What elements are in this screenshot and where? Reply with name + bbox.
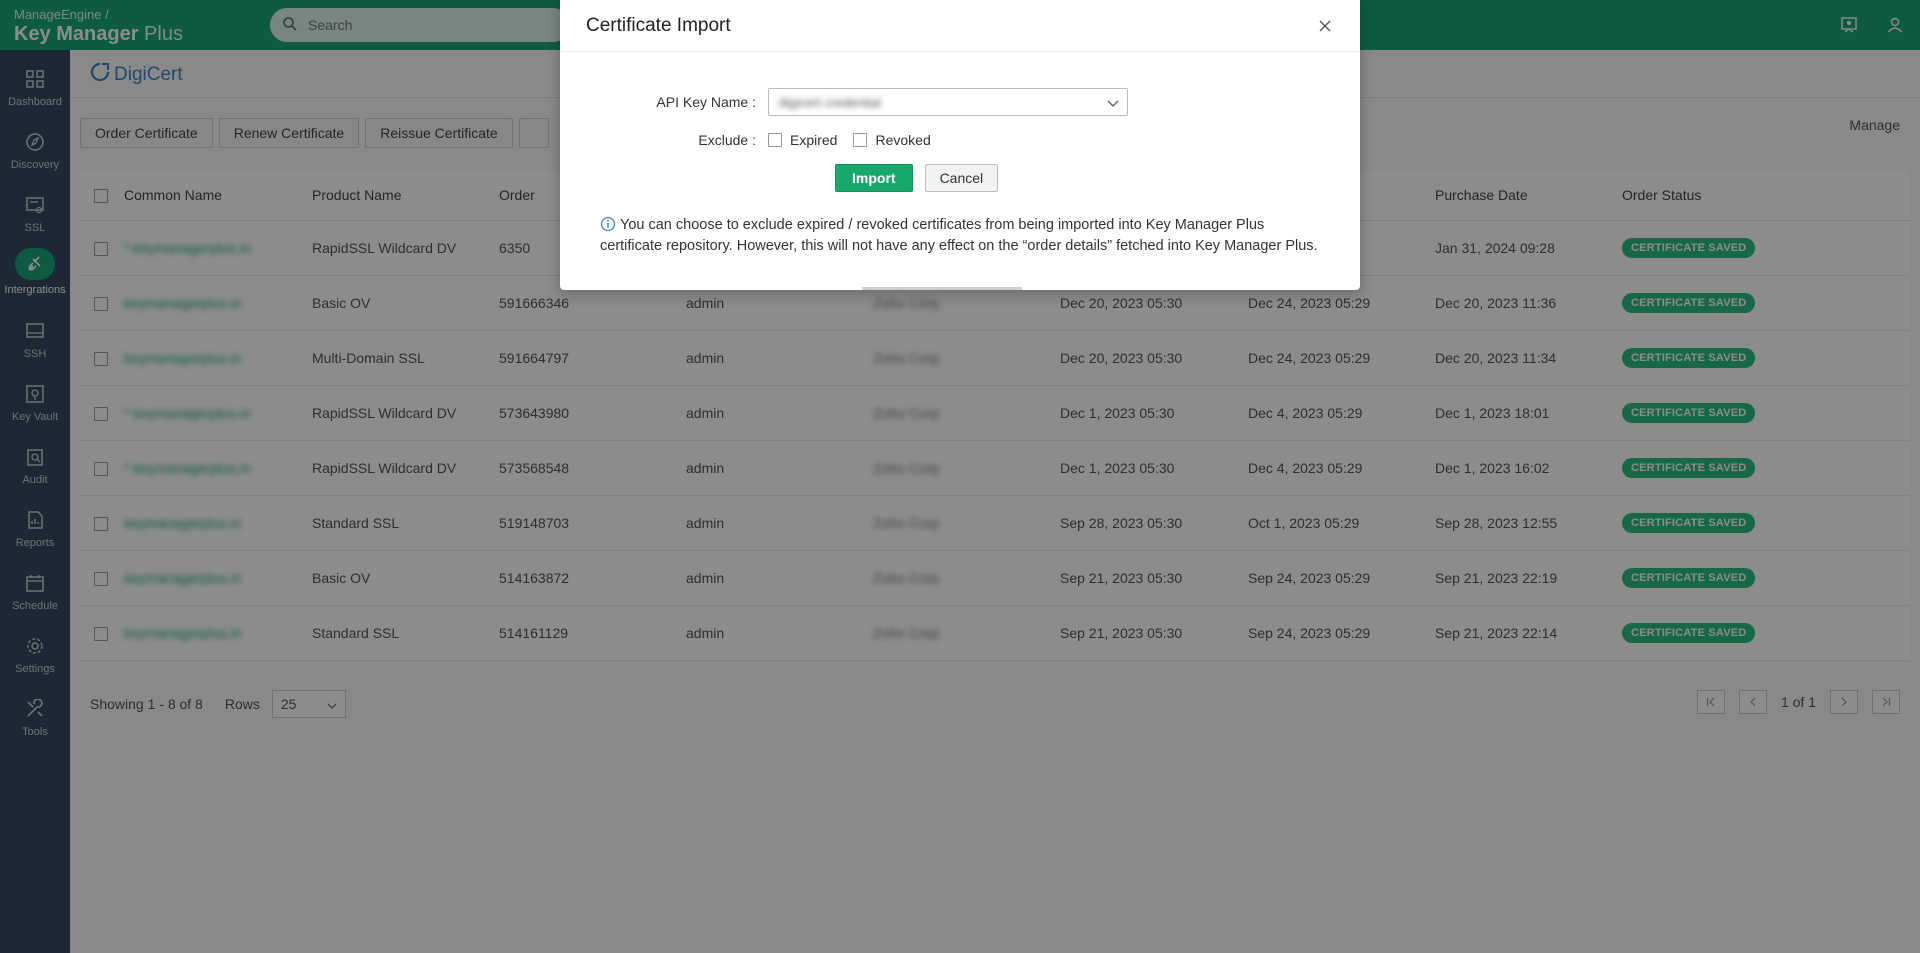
- api-key-label: API Key Name :: [656, 94, 756, 110]
- exclude-label: Exclude :: [698, 132, 756, 148]
- api-key-row: API Key Name : digicert credential: [560, 88, 1128, 116]
- api-key-select[interactable]: digicert credential: [768, 88, 1128, 116]
- exclude-row: Exclude : Expired Revoked: [560, 132, 947, 148]
- expired-checkbox[interactable]: [768, 133, 782, 147]
- dialog-title: Certificate Import: [586, 14, 731, 36]
- cancel-button[interactable]: Cancel: [924, 164, 999, 192]
- close-icon[interactable]: [1318, 19, 1332, 33]
- revoked-label[interactable]: Revoked: [875, 132, 930, 148]
- info-note-text: You can choose to exclude expired / revo…: [600, 217, 1318, 254]
- certificate-import-dialog: Certificate Import API Key Name : digice…: [560, 0, 1360, 290]
- chevron-down-icon: [1107, 94, 1119, 110]
- import-button[interactable]: Import: [835, 164, 913, 192]
- info-note: You can choose to exclude expired / revo…: [600, 216, 1330, 255]
- revoked-checkbox[interactable]: [853, 133, 868, 147]
- dialog-actions: Import Cancel: [835, 164, 999, 192]
- dialog-header: Certificate Import: [560, 0, 1360, 52]
- info-icon: [600, 216, 616, 237]
- dialog-scrollbar[interactable]: [862, 287, 1022, 290]
- expired-label[interactable]: Expired: [790, 132, 837, 148]
- api-key-value: digicert credential: [779, 94, 881, 110]
